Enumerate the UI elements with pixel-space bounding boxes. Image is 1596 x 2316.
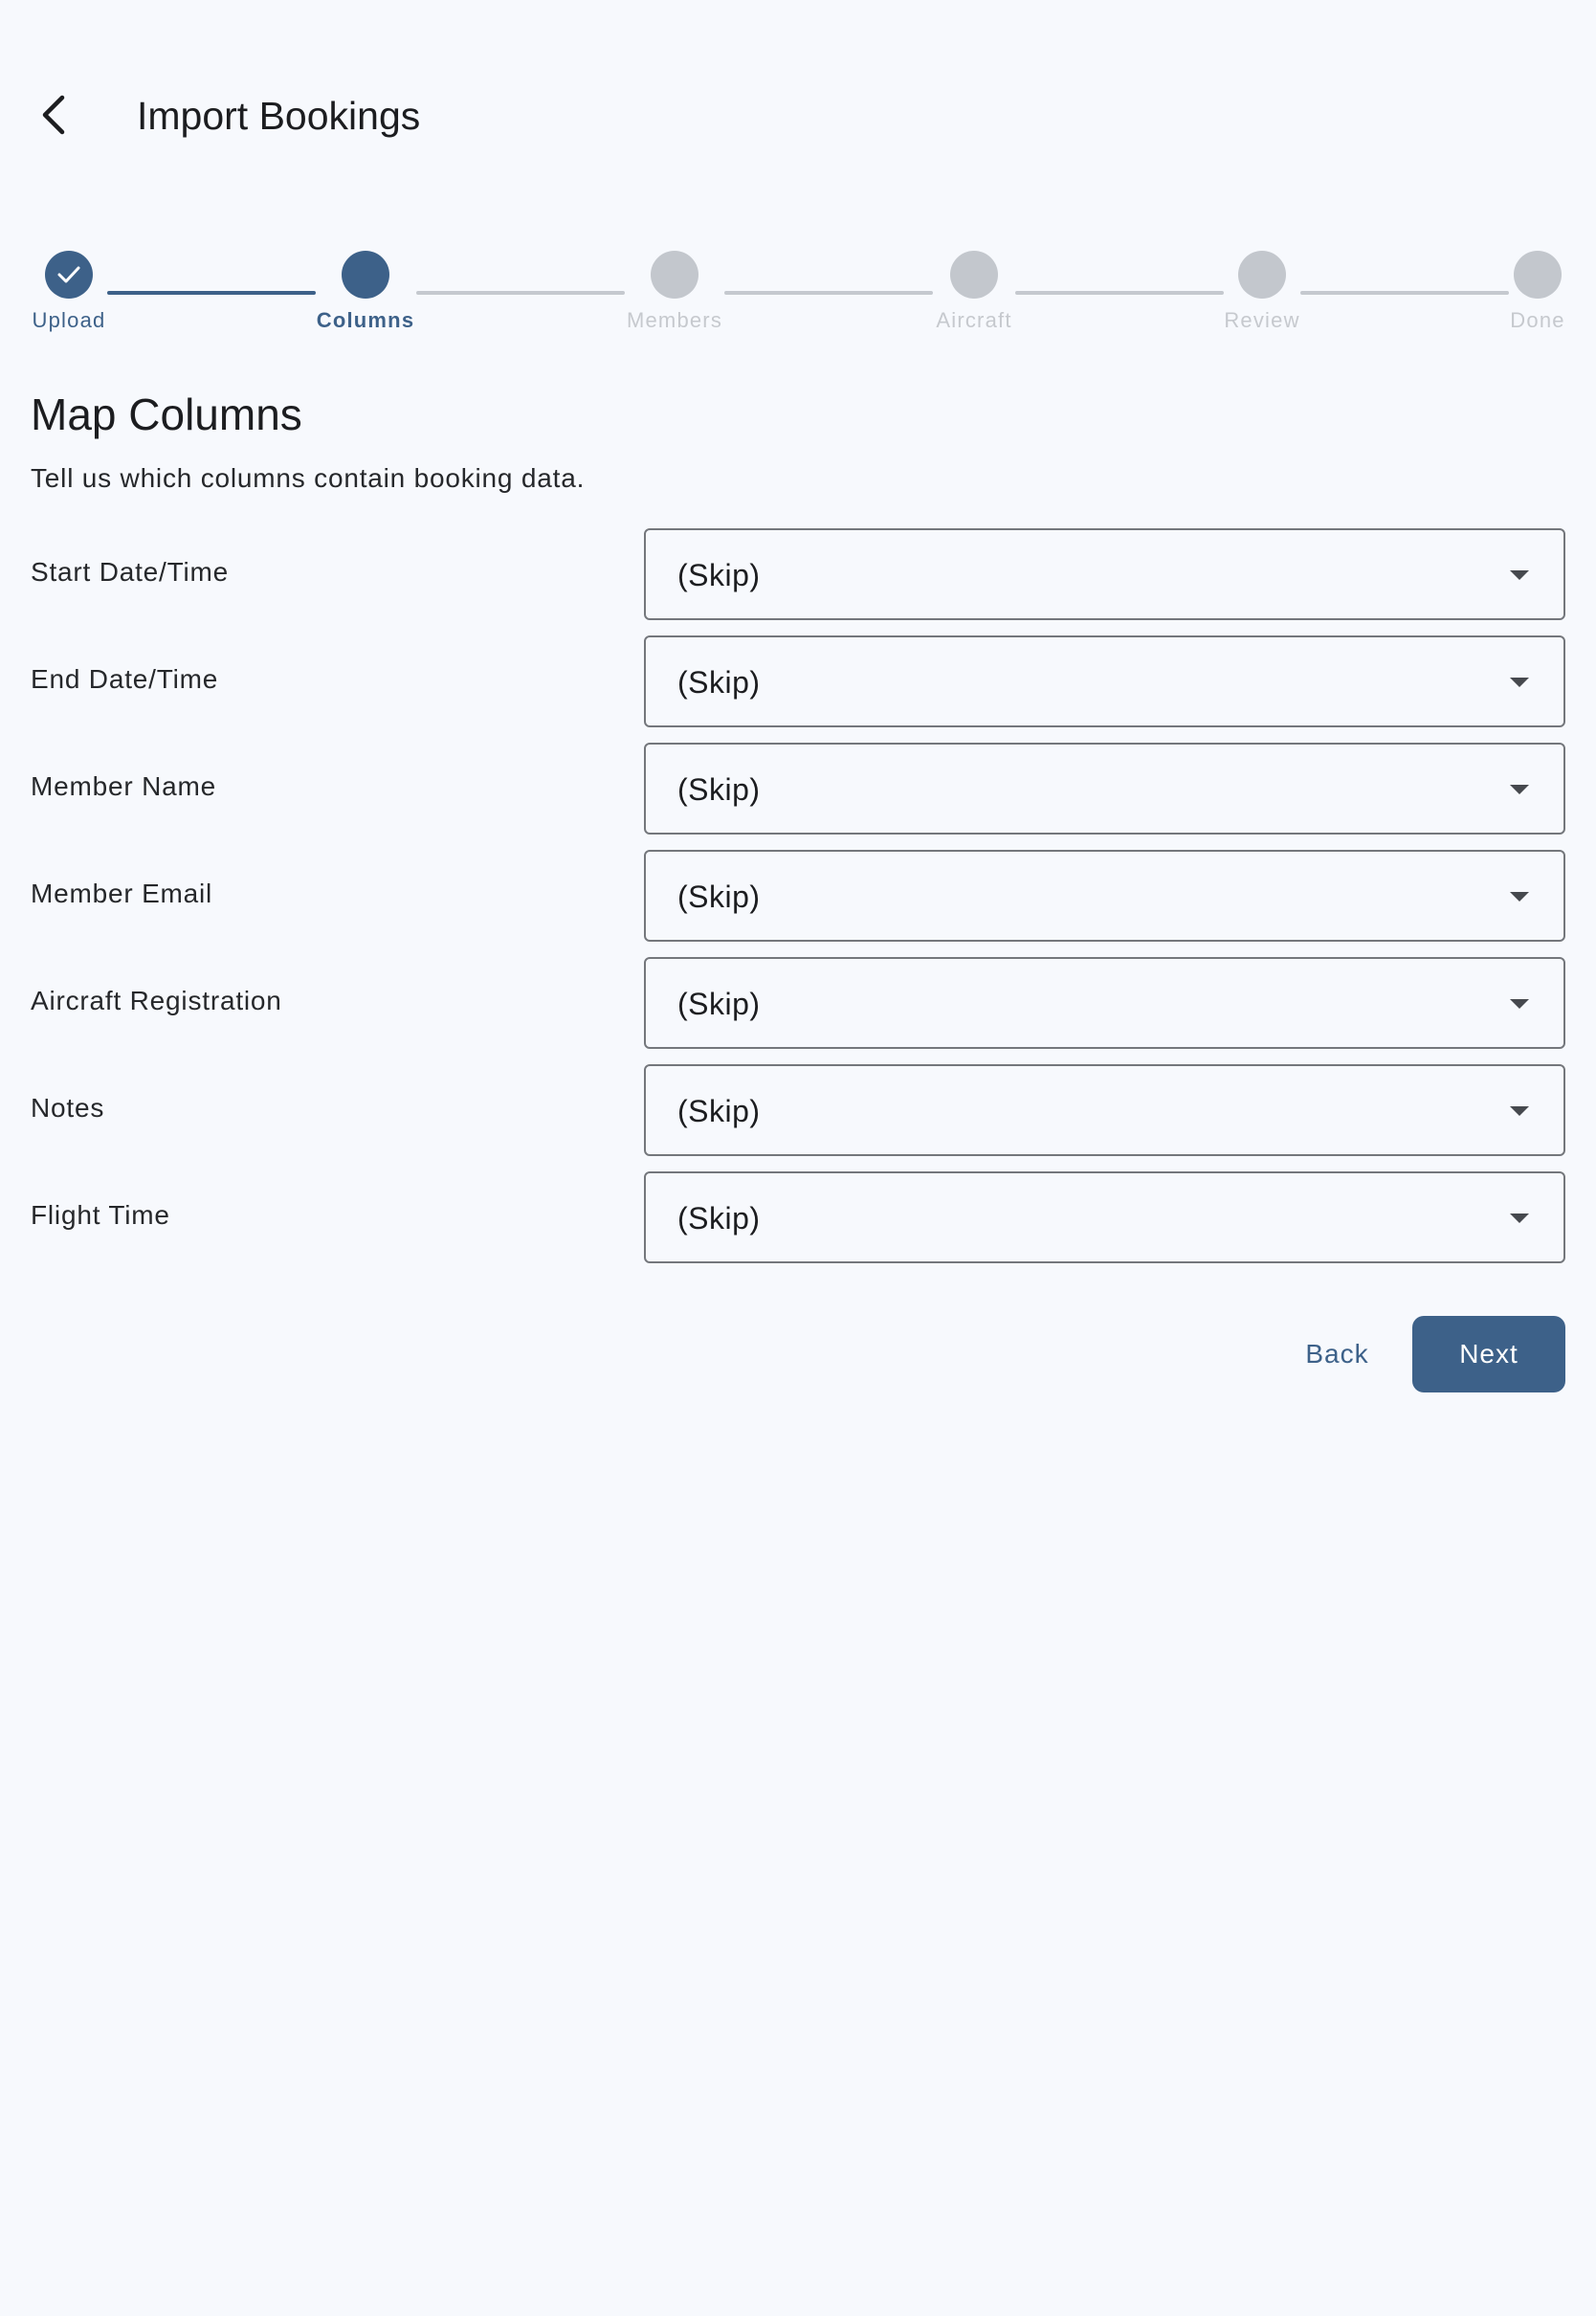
field-label: Member Email: [31, 879, 213, 908]
check-icon: [57, 266, 80, 283]
field-label: Flight Time: [31, 1200, 170, 1230]
dropdown-arrow-icon: [1510, 785, 1529, 794]
step-label-members: Members: [626, 308, 723, 332]
flight-time-select[interactable]: (Skip): [644, 1171, 1565, 1263]
dropdown-arrow-icon: [1510, 570, 1529, 580]
notes-select[interactable]: (Skip): [644, 1064, 1565, 1156]
select-value: (Skip): [677, 772, 761, 807]
step-connector-2: [416, 291, 625, 295]
section-subtitle: Tell us which columns contain booking da…: [31, 463, 586, 493]
mapping-row-member-name: Member Name (Skip): [0, 743, 1596, 835]
dropdown-arrow-icon: [1510, 999, 1529, 1009]
step-columns-dot: [342, 251, 389, 299]
dropdown-arrow-icon: [1510, 1214, 1529, 1223]
select-value: (Skip): [677, 1201, 761, 1236]
back-button[interactable]: Back: [1277, 1316, 1397, 1392]
field-label: Aircraft Registration: [31, 986, 282, 1015]
mapping-row-member-email: Member Email (Skip): [0, 850, 1596, 942]
section-title: Map Columns: [31, 390, 302, 439]
mapping-row-flight-time: Flight Time (Skip): [0, 1171, 1596, 1263]
step-label-review: Review: [1224, 308, 1300, 332]
mapping-row-aircraft-registration: Aircraft Registration (Skip): [0, 957, 1596, 1049]
field-label: End Date/Time: [31, 664, 219, 694]
step-upload-dot: [45, 251, 93, 299]
step-label-columns: Columns: [316, 308, 415, 332]
start-datetime-select[interactable]: (Skip): [644, 528, 1565, 620]
step-connector-3: [724, 291, 933, 295]
page-title: Import Bookings: [137, 94, 421, 138]
mapping-row-notes: Notes (Skip): [0, 1064, 1596, 1156]
select-value: (Skip): [677, 558, 761, 592]
mapping-row-end-datetime: End Date/Time (Skip): [0, 635, 1596, 727]
step-done-dot: [1514, 251, 1562, 299]
member-name-select[interactable]: (Skip): [644, 743, 1565, 835]
field-label: Start Date/Time: [31, 557, 230, 587]
mapping-row-start-datetime: Start Date/Time (Skip): [0, 528, 1596, 620]
step-label-upload: Upload: [32, 308, 106, 332]
field-label: Member Name: [31, 771, 216, 801]
step-aircraft-dot: [950, 251, 998, 299]
import-bookings-screen: Import Bookings Upload Columns Members A…: [0, 0, 1596, 2316]
field-label: Notes: [31, 1093, 105, 1123]
step-connector-5: [1300, 291, 1509, 295]
dropdown-arrow-icon: [1510, 1106, 1529, 1116]
import-stepper: Upload Columns Members Aircraft Review D…: [0, 251, 1596, 337]
step-review-dot: [1238, 251, 1286, 299]
step-connector-1: [107, 291, 316, 295]
step-connector-4: [1015, 291, 1224, 295]
select-value: (Skip): [677, 1094, 761, 1128]
select-value: (Skip): [677, 880, 761, 914]
step-members-dot: [651, 251, 698, 299]
next-button[interactable]: Next: [1412, 1316, 1565, 1392]
select-value: (Skip): [677, 665, 761, 700]
member-email-select[interactable]: (Skip): [644, 850, 1565, 942]
aircraft-registration-select[interactable]: (Skip): [644, 957, 1565, 1049]
step-label-done: Done: [1510, 308, 1565, 332]
back-arrow-icon[interactable]: [29, 90, 78, 140]
step-label-aircraft: Aircraft: [936, 308, 1012, 332]
dropdown-arrow-icon: [1510, 892, 1529, 902]
end-datetime-select[interactable]: (Skip): [644, 635, 1565, 727]
select-value: (Skip): [677, 987, 761, 1021]
dropdown-arrow-icon: [1510, 678, 1529, 687]
